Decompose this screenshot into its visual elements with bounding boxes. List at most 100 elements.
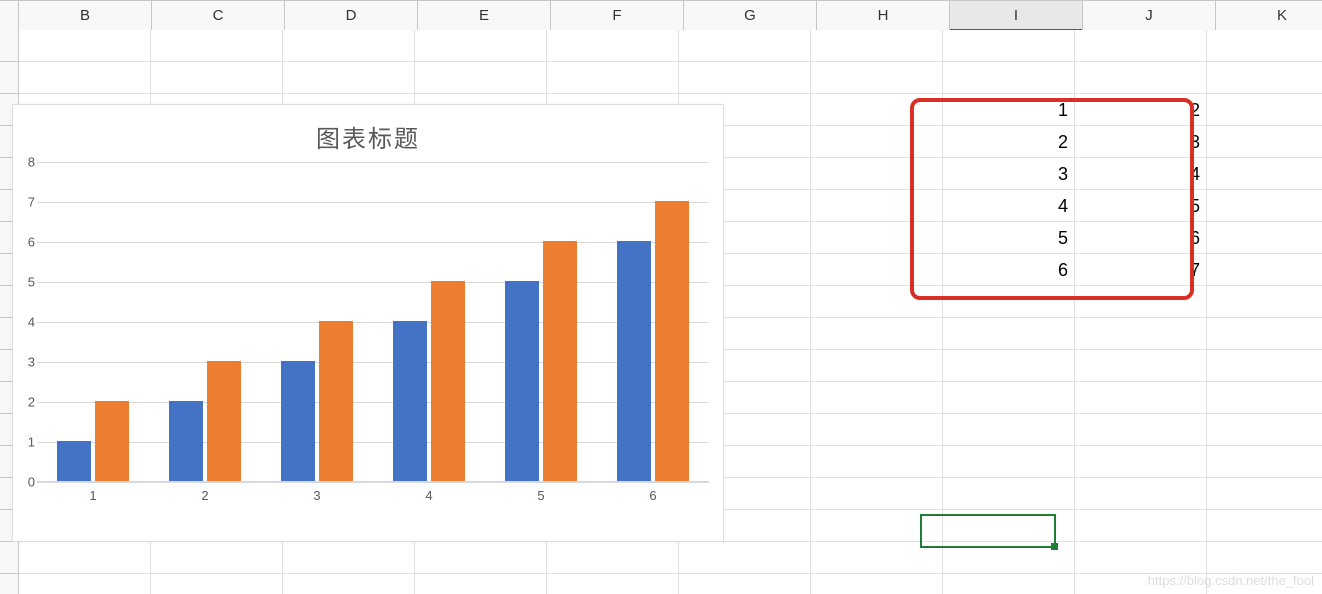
cell[interactable] [1075, 478, 1207, 510]
cell[interactable] [151, 30, 283, 62]
cell[interactable] [811, 478, 943, 510]
cell[interactable] [1075, 542, 1207, 574]
cell[interactable] [811, 158, 943, 190]
cell[interactable] [19, 542, 151, 574]
cell[interactable] [679, 30, 811, 62]
cell[interactable] [811, 382, 943, 414]
column-header-F[interactable]: F [551, 1, 684, 31]
cell[interactable] [811, 574, 943, 594]
column-header-G[interactable]: G [684, 1, 817, 31]
cell[interactable] [1075, 350, 1207, 382]
cell[interactable] [415, 574, 547, 594]
cell[interactable] [19, 30, 151, 62]
cell[interactable] [811, 62, 943, 94]
cell[interactable] [1075, 382, 1207, 414]
cell[interactable]: 4 [943, 190, 1075, 222]
cell[interactable] [151, 542, 283, 574]
cell[interactable]: 6 [1075, 222, 1207, 254]
cell[interactable] [1207, 126, 1322, 158]
cell[interactable] [943, 542, 1075, 574]
cell[interactable] [943, 510, 1075, 542]
column-header-C[interactable]: C [152, 1, 285, 31]
cell[interactable] [547, 62, 679, 94]
cell[interactable] [811, 94, 943, 126]
row-header[interactable] [0, 542, 19, 574]
cell[interactable] [19, 574, 151, 594]
cell[interactable] [1075, 414, 1207, 446]
cell[interactable] [943, 478, 1075, 510]
chart-object[interactable]: 图表标题 012345678 123456 [12, 104, 724, 542]
cell[interactable] [1207, 286, 1322, 318]
column-header-J[interactable]: J [1083, 1, 1216, 31]
cell[interactable] [679, 542, 811, 574]
cell[interactable]: 2 [1075, 94, 1207, 126]
cell[interactable] [811, 350, 943, 382]
cell[interactable] [1075, 510, 1207, 542]
cell[interactable] [811, 222, 943, 254]
column-header-D[interactable]: D [285, 1, 418, 31]
cell[interactable]: 2 [943, 126, 1075, 158]
cell[interactable] [1207, 62, 1322, 94]
column-header-B[interactable]: B [19, 1, 152, 31]
cell[interactable] [151, 574, 283, 594]
cell[interactable] [811, 510, 943, 542]
cell[interactable] [943, 30, 1075, 62]
cell[interactable] [415, 30, 547, 62]
cell[interactable] [943, 446, 1075, 478]
cell[interactable] [679, 574, 811, 594]
select-all-corner[interactable] [0, 1, 19, 31]
row-header[interactable] [0, 62, 19, 94]
cell[interactable] [943, 414, 1075, 446]
cell[interactable]: 5 [1075, 190, 1207, 222]
cell[interactable] [943, 286, 1075, 318]
cell[interactable]: 4 [1075, 158, 1207, 190]
cell[interactable] [1207, 446, 1322, 478]
cell[interactable] [1075, 30, 1207, 62]
cell[interactable] [811, 190, 943, 222]
cell[interactable] [811, 286, 943, 318]
row-header[interactable] [0, 30, 19, 62]
cell[interactable] [19, 62, 151, 94]
column-header-E[interactable]: E [418, 1, 551, 31]
column-header-H[interactable]: H [817, 1, 950, 31]
cell[interactable] [811, 446, 943, 478]
row-header[interactable] [0, 574, 19, 594]
cell[interactable] [1207, 414, 1322, 446]
cell[interactable] [1075, 446, 1207, 478]
cell[interactable] [1207, 510, 1322, 542]
cell[interactable] [283, 542, 415, 574]
cell[interactable] [151, 62, 283, 94]
cell[interactable] [547, 574, 679, 594]
cell[interactable] [1207, 478, 1322, 510]
cell[interactable] [943, 62, 1075, 94]
cell[interactable] [415, 542, 547, 574]
cell[interactable] [1207, 222, 1322, 254]
cell[interactable]: 1 [943, 94, 1075, 126]
cell[interactable] [283, 574, 415, 594]
cell[interactable] [811, 126, 943, 158]
cell[interactable] [1075, 62, 1207, 94]
cell[interactable] [283, 62, 415, 94]
cell[interactable] [811, 542, 943, 574]
cell[interactable] [811, 254, 943, 286]
cell[interactable] [1075, 286, 1207, 318]
cell[interactable] [943, 318, 1075, 350]
cell[interactable] [679, 62, 811, 94]
cell[interactable]: 7 [1075, 254, 1207, 286]
cell[interactable]: 6 [943, 254, 1075, 286]
cell[interactable] [943, 382, 1075, 414]
cell[interactable] [811, 30, 943, 62]
cell[interactable] [1207, 30, 1322, 62]
cell[interactable]: 3 [1075, 126, 1207, 158]
cell[interactable] [811, 318, 943, 350]
cell[interactable] [1207, 382, 1322, 414]
cell[interactable] [943, 350, 1075, 382]
cell[interactable] [547, 30, 679, 62]
column-header-K[interactable]: K [1216, 1, 1322, 31]
cell[interactable] [1207, 94, 1322, 126]
cell[interactable] [1207, 190, 1322, 222]
cell[interactable] [1207, 158, 1322, 190]
cell[interactable]: 5 [943, 222, 1075, 254]
cell[interactable] [1207, 318, 1322, 350]
cell[interactable] [1207, 350, 1322, 382]
